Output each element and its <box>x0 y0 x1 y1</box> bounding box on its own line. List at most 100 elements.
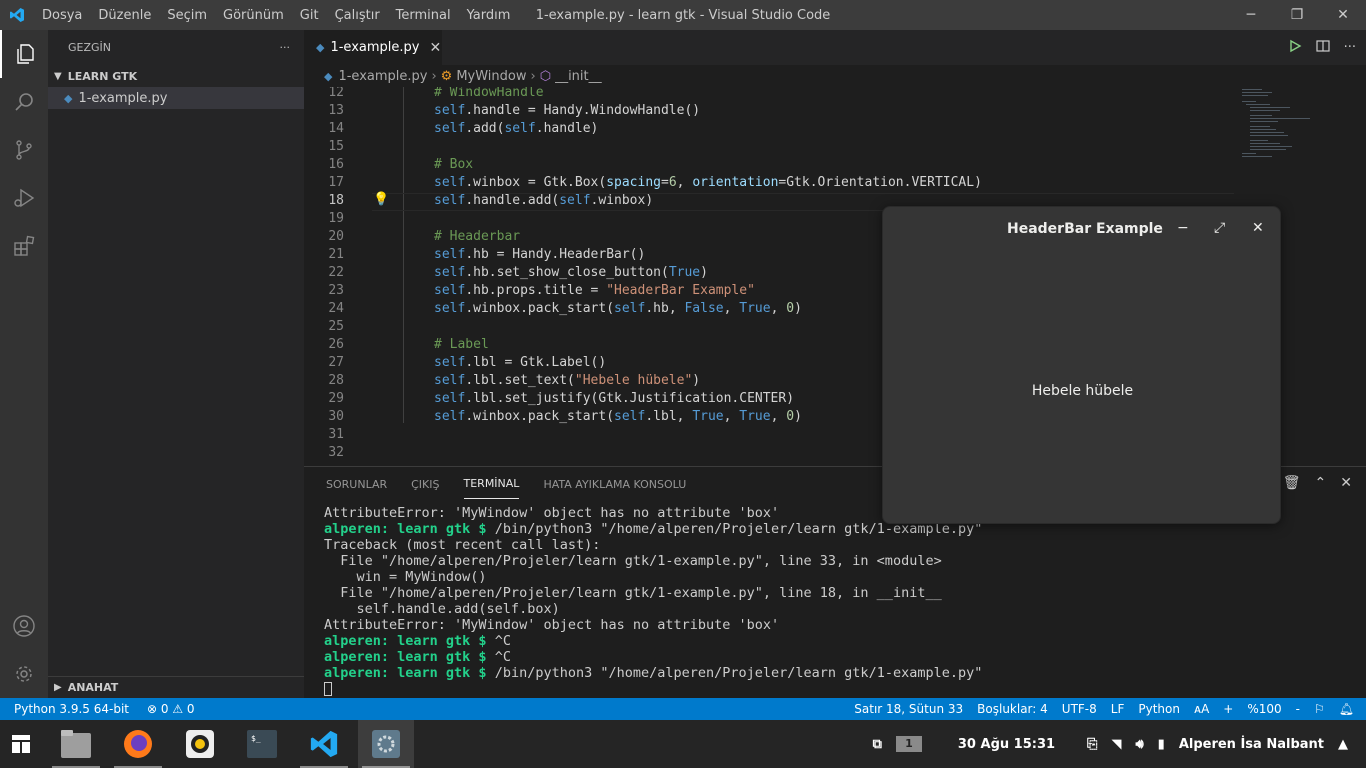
split-editor-icon[interactable] <box>1315 39 1330 57</box>
breadcrumb-file[interactable]: 1-example.py <box>338 69 427 84</box>
line-number: 19 <box>328 211 344 226</box>
explorer-icon[interactable] <box>0 30 48 78</box>
end-of-line[interactable]: LF <box>1111 702 1125 716</box>
more-actions-button[interactable]: ··· <box>280 41 291 54</box>
line-number: 28 <box>328 373 344 388</box>
zoom-level[interactable]: %100 <box>1247 702 1281 716</box>
files-app-icon[interactable] <box>48 720 104 768</box>
terminal-command: /bin/python3 "/home/alperen/Projeler/lea… <box>486 665 983 681</box>
python-gtk-app-icon[interactable] <box>358 720 414 768</box>
tab-debug-console[interactable]: HATA AYIKLAMA KONSOLU <box>543 470 686 499</box>
svg-text:$_: $_ <box>251 734 261 743</box>
code-line: self.hb = Handy.HeaderBar() <box>434 247 646 262</box>
code-line: # Headerbar <box>434 229 521 244</box>
user-name[interactable]: Alperen İsa Nalbant <box>1179 737 1324 752</box>
battery-icon[interactable]: ▮ <box>1158 737 1165 752</box>
breadcrumb: ◆ 1-example.py › ⚙ MyWindow › ⬡ __init__ <box>304 65 1366 87</box>
clock[interactable]: 30 Ağu 15:31 <box>958 737 1055 752</box>
maximize-panel-icon[interactable]: ⌃ <box>1315 475 1327 491</box>
outline-section[interactable]: ▶ ANAHAT <box>48 676 304 698</box>
trash-icon[interactable]: 🗑 <box>1283 475 1301 491</box>
settings-gear-icon[interactable] <box>0 650 48 698</box>
problems-count[interactable]: ⊗ 0 ⚠ 0 <box>147 702 195 716</box>
zoom-in-button[interactable]: + <box>1223 702 1233 716</box>
class-icon: ⚙ <box>440 68 453 84</box>
indent-guide <box>403 87 404 423</box>
line-number: 16 <box>328 157 344 172</box>
minimize-button[interactable]: ─ <box>1228 0 1274 30</box>
code-line: self.lbl.set_justify(Gtk.Justification.C… <box>434 391 795 406</box>
breadcrumb-class[interactable]: MyWindow <box>456 69 526 84</box>
tab-terminal[interactable]: TERMİNAL <box>463 469 520 499</box>
search-icon[interactable] <box>0 78 48 126</box>
network-icon[interactable]: ⎘ <box>1087 737 1097 752</box>
lightbulb-icon[interactable]: 💡 <box>373 192 389 207</box>
terminal-prompt: alperen: learn gtk $ <box>324 521 487 537</box>
terminal-line: AttributeError: 'MyWindow' object has no… <box>324 617 780 633</box>
window-switcher-icon[interactable]: ⧉ <box>873 737 882 752</box>
menu-dosya[interactable]: Dosya <box>34 8 90 23</box>
encoding[interactable]: UTF-8 <box>1062 702 1097 716</box>
rhythmbox-icon[interactable] <box>172 720 228 768</box>
close-tab-icon[interactable]: ✕ <box>429 40 441 56</box>
language-mode[interactable]: Python <box>1138 702 1180 716</box>
menu-gorunum[interactable]: Görünüm <box>215 8 292 23</box>
start-menu-icon[interactable] <box>0 720 42 768</box>
terminal-command: ^C <box>486 633 511 649</box>
tab-1-example[interactable]: ◆ 1-example.py ✕ <box>304 30 442 65</box>
vscode-app-icon[interactable] <box>296 720 352 768</box>
menu-secim[interactable]: Seçim <box>159 8 215 23</box>
close-panel-icon[interactable]: ✕ <box>1340 475 1352 491</box>
source-control-icon[interactable] <box>0 126 48 174</box>
zoom-out-button[interactable]: - <box>1296 702 1300 716</box>
code-line: # Label <box>434 337 489 352</box>
gtk-headerbar-window[interactable]: HeaderBar Example − ⤢ ✕ Hebele hübele <box>882 206 1281 524</box>
gtk-maximize-button[interactable]: ⤢ <box>1214 220 1225 236</box>
python-file-icon: ◆ <box>324 69 333 83</box>
tab-output[interactable]: ÇIKIŞ <box>411 470 439 499</box>
tab-problems[interactable]: SORUNLAR <box>326 470 387 499</box>
terminal-prompt: alperen: learn gtk $ <box>324 633 487 649</box>
file-item-1-example[interactable]: ◆ 1-example.py <box>48 87 304 109</box>
feedback-icon[interactable]: ⚐ <box>1314 702 1325 716</box>
notifications-bell-icon[interactable]: 🔔︎ <box>1339 702 1354 716</box>
menu-yardim[interactable]: Yardım <box>459 8 519 23</box>
menu-duzenle[interactable]: Düzenle <box>90 8 159 23</box>
gtk-window-title: HeaderBar Example <box>1007 221 1163 237</box>
font-size-icon[interactable]: ᴀA <box>1194 702 1209 716</box>
python-file-icon: ◆ <box>316 41 325 54</box>
terminal-line: AttributeError: 'MyWindow' object has no… <box>324 505 780 521</box>
close-button[interactable]: ✕ <box>1320 0 1366 30</box>
line-number: 12 <box>328 87 344 100</box>
run-debug-icon[interactable] <box>0 174 48 222</box>
tab-label: 1-example.py <box>330 40 420 55</box>
line-number: 17 <box>328 175 344 190</box>
line-number: 15 <box>328 139 344 154</box>
line-number: 18 <box>328 193 344 208</box>
code-line: self.winbox.pack_start(self.lbl, True, T… <box>434 409 802 424</box>
firefox-icon[interactable] <box>110 720 166 768</box>
gtk-headerbar[interactable]: HeaderBar Example − ⤢ ✕ <box>883 207 1280 253</box>
breadcrumb-method[interactable]: __init__ <box>555 69 602 84</box>
chevron-up-icon[interactable]: ▲ <box>1338 737 1348 752</box>
menu-terminal[interactable]: Terminal <box>388 8 459 23</box>
menu-git[interactable]: Git <box>292 8 327 23</box>
terminal-command: ^C <box>486 649 511 665</box>
cursor-position[interactable]: Satır 18, Sütun 33 <box>854 702 963 716</box>
indentation[interactable]: Boşluklar: 4 <box>977 702 1048 716</box>
gtk-minimize-button[interactable]: − <box>1177 220 1189 236</box>
extensions-icon[interactable] <box>0 222 48 270</box>
terminal[interactable]: AttributeError: 'MyWindow' object has no… <box>324 505 982 697</box>
workspace-indicator[interactable]: 1 <box>895 736 922 752</box>
wifi-icon[interactable]: ◥ <box>1111 737 1121 752</box>
menu-calistir[interactable]: Çalıştır <box>327 8 388 23</box>
gtk-close-button[interactable]: ✕ <box>1252 220 1264 236</box>
volume-icon[interactable]: 🔊︎ <box>1135 737 1143 752</box>
account-icon[interactable] <box>0 602 48 650</box>
folder-learn-gtk[interactable]: ▼ LEARN GTK <box>48 65 304 87</box>
terminal-app-icon[interactable]: $_ <box>234 720 290 768</box>
restore-button[interactable]: ❐ <box>1274 0 1320 30</box>
run-python-icon[interactable] <box>1288 39 1302 57</box>
more-actions-icon[interactable]: ··· <box>1344 40 1356 55</box>
python-interpreter[interactable]: Python 3.9.5 64-bit <box>14 702 129 716</box>
